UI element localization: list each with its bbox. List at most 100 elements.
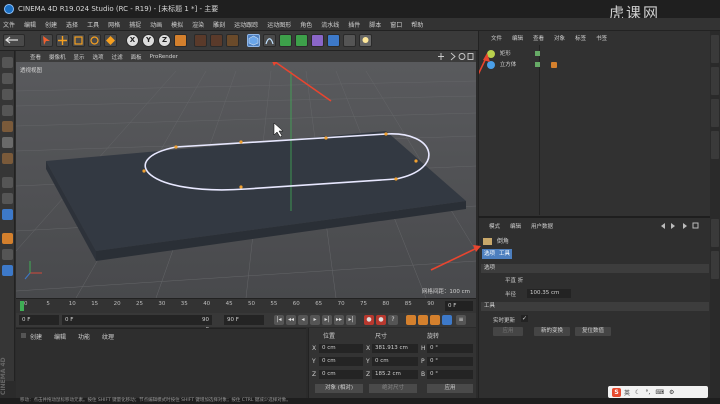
reset-values-button[interactable]: 复位数值: [575, 327, 611, 336]
ime-settings-icon[interactable]: ⚙: [669, 389, 674, 396]
menu-item[interactable]: 渲染: [192, 20, 204, 29]
rotation-b-field[interactable]: 0 °: [427, 370, 473, 379]
goto-end-icon[interactable]: ▸|: [346, 315, 356, 325]
deformer-icon[interactable]: [311, 34, 324, 47]
viewport-menu-item[interactable]: 过滤: [112, 53, 123, 61]
side-tab-takes[interactable]: [711, 67, 719, 95]
points-mode-icon[interactable]: [2, 121, 13, 132]
key-position-icon[interactable]: [406, 315, 416, 325]
menu-item[interactable]: 流水线: [321, 20, 339, 29]
array-icon[interactable]: [295, 34, 308, 47]
size-z-field[interactable]: 185.2 cm: [372, 370, 418, 379]
make-editable-icon[interactable]: [2, 57, 13, 68]
size-mode-select[interactable]: 绝对尺寸: [369, 384, 417, 393]
render-settings-icon[interactable]: [226, 34, 239, 47]
menu-item[interactable]: 运动图形: [267, 20, 291, 29]
attribute-menu-item[interactable]: 模式: [489, 222, 500, 230]
material-menu-item[interactable]: 编辑: [54, 332, 66, 341]
perspective-viewport[interactable]: 查看 摄像机 显示 选项 过滤 面板 ProRender 透视视图 网格间距：100 cm: [16, 51, 476, 298]
ime-punct-icon[interactable]: °,: [645, 389, 650, 396]
floor-object-icon[interactable]: [327, 34, 340, 47]
model-mode-icon[interactable]: [2, 73, 13, 84]
menu-item[interactable]: 编辑: [24, 20, 36, 29]
viewport-menu-item[interactable]: 摄像机: [49, 53, 66, 61]
next-frame-icon[interactable]: ▸|: [322, 315, 332, 325]
menu-item[interactable]: 捕捉: [129, 20, 141, 29]
menu-item[interactable]: 网格: [108, 20, 120, 29]
timeline-menu-icon[interactable]: ≡: [456, 315, 466, 325]
realtime-update-checkbox[interactable]: ✓: [521, 315, 528, 322]
menu-item[interactable]: 窗口: [390, 20, 402, 29]
menu-item[interactable]: 动画: [150, 20, 162, 29]
rotate-tool-icon[interactable]: [88, 34, 101, 47]
menu-item[interactable]: 角色: [300, 20, 312, 29]
subdivision-surface-icon[interactable]: [279, 34, 292, 47]
size-x-field[interactable]: 381.913 cm: [372, 344, 418, 353]
planar-workplane-icon[interactable]: [2, 265, 13, 276]
material-menu-item[interactable]: 功能: [78, 332, 90, 341]
side-tab-attributes[interactable]: [711, 219, 719, 247]
snap-icon[interactable]: [2, 209, 13, 220]
menu-item[interactable]: 雕刻: [213, 20, 225, 29]
axis-z-button[interactable]: Z: [158, 34, 171, 47]
rotation-p-field[interactable]: 0 °: [427, 357, 473, 366]
menu-item[interactable]: 插件: [348, 20, 360, 29]
menu-item[interactable]: 工具: [87, 20, 99, 29]
undo-button[interactable]: [3, 34, 25, 47]
next-key-icon[interactable]: ▸▸: [334, 315, 344, 325]
side-tab-objects[interactable]: [711, 35, 719, 63]
select-tool-icon[interactable]: [40, 34, 53, 47]
end-frame-field[interactable]: 90 F: [224, 315, 264, 325]
keyframe-selection-icon[interactable]: ?: [388, 315, 398, 325]
key-rotation-icon[interactable]: [430, 315, 440, 325]
material-menu-item[interactable]: 创建: [30, 332, 42, 341]
menu-item[interactable]: 脚本: [369, 20, 381, 29]
apply-button[interactable]: 应用: [493, 327, 523, 336]
viewport-menu-item[interactable]: 面板: [131, 53, 142, 61]
cube-object-icon[interactable]: [247, 34, 260, 47]
render-view-icon[interactable]: [194, 34, 207, 47]
tab-tool[interactable]: 工具: [497, 249, 513, 259]
new-transform-button[interactable]: 新的变换: [534, 327, 570, 336]
tweak-mode-icon[interactable]: [2, 193, 13, 204]
radius-field[interactable]: 100.35 cm: [527, 289, 571, 298]
viewport-nav-icons[interactable]: [438, 52, 474, 61]
viewport-menu-item[interactable]: 显示: [74, 53, 85, 61]
rotation-h-field[interactable]: 0 °: [427, 344, 473, 353]
auto-key-icon[interactable]: ●: [376, 315, 386, 325]
material-menu-item[interactable]: 纹理: [102, 332, 114, 341]
prev-key-icon[interactable]: ◂◂: [286, 315, 296, 325]
polygons-mode-icon[interactable]: [2, 153, 13, 164]
position-z-field[interactable]: 0 cm: [319, 370, 363, 379]
side-tab-layer[interactable]: [711, 251, 719, 279]
key-scale-icon[interactable]: [418, 315, 428, 325]
coordinate-mode-select[interactable]: 对象 (相对): [315, 384, 363, 393]
coordinate-system-icon[interactable]: [174, 34, 187, 47]
render-picture-viewer-icon[interactable]: [210, 34, 223, 47]
camera-icon[interactable]: [343, 34, 356, 47]
lock-workplane-icon[interactable]: [2, 249, 13, 260]
timeline[interactable]: 0 5 10 15 20 25 30 35 40 45 50 55 60 65 70 75 80 85 90 0 F: [16, 298, 476, 313]
goto-start-icon[interactable]: |◂: [274, 315, 284, 325]
viewport-menu-item[interactable]: 查看: [30, 53, 41, 61]
attribute-menu-item[interactable]: 用户数据: [531, 222, 553, 230]
sculpt-icon[interactable]: [2, 233, 13, 244]
menu-item[interactable]: 运动跟踪: [234, 20, 258, 29]
edges-mode-icon[interactable]: [2, 137, 13, 148]
axis-y-button[interactable]: Y: [142, 34, 155, 47]
min-frame-slider[interactable]: 0 F: [62, 315, 212, 325]
attribute-menu-item[interactable]: 编辑: [510, 222, 521, 230]
menu-item[interactable]: 选择: [66, 20, 78, 29]
texture-mode-icon[interactable]: [2, 89, 13, 100]
key-param-icon[interactable]: [442, 315, 452, 325]
current-frame-field[interactable]: 0 F: [445, 301, 473, 311]
side-tab-layers[interactable]: [711, 131, 719, 159]
menu-item[interactable]: 模拟: [171, 20, 183, 29]
pen-spline-icon[interactable]: [263, 34, 276, 47]
ime-moon-icon[interactable]: ☾: [635, 389, 640, 396]
menu-item[interactable]: 文件: [3, 20, 15, 29]
menu-item[interactable]: 创建: [45, 20, 57, 29]
menu-item[interactable]: 帮助: [411, 20, 423, 29]
ime-toolbar[interactable]: S 英 ☾ °, ⌨ ⚙: [608, 386, 708, 398]
enable-axis-icon[interactable]: [2, 177, 13, 188]
